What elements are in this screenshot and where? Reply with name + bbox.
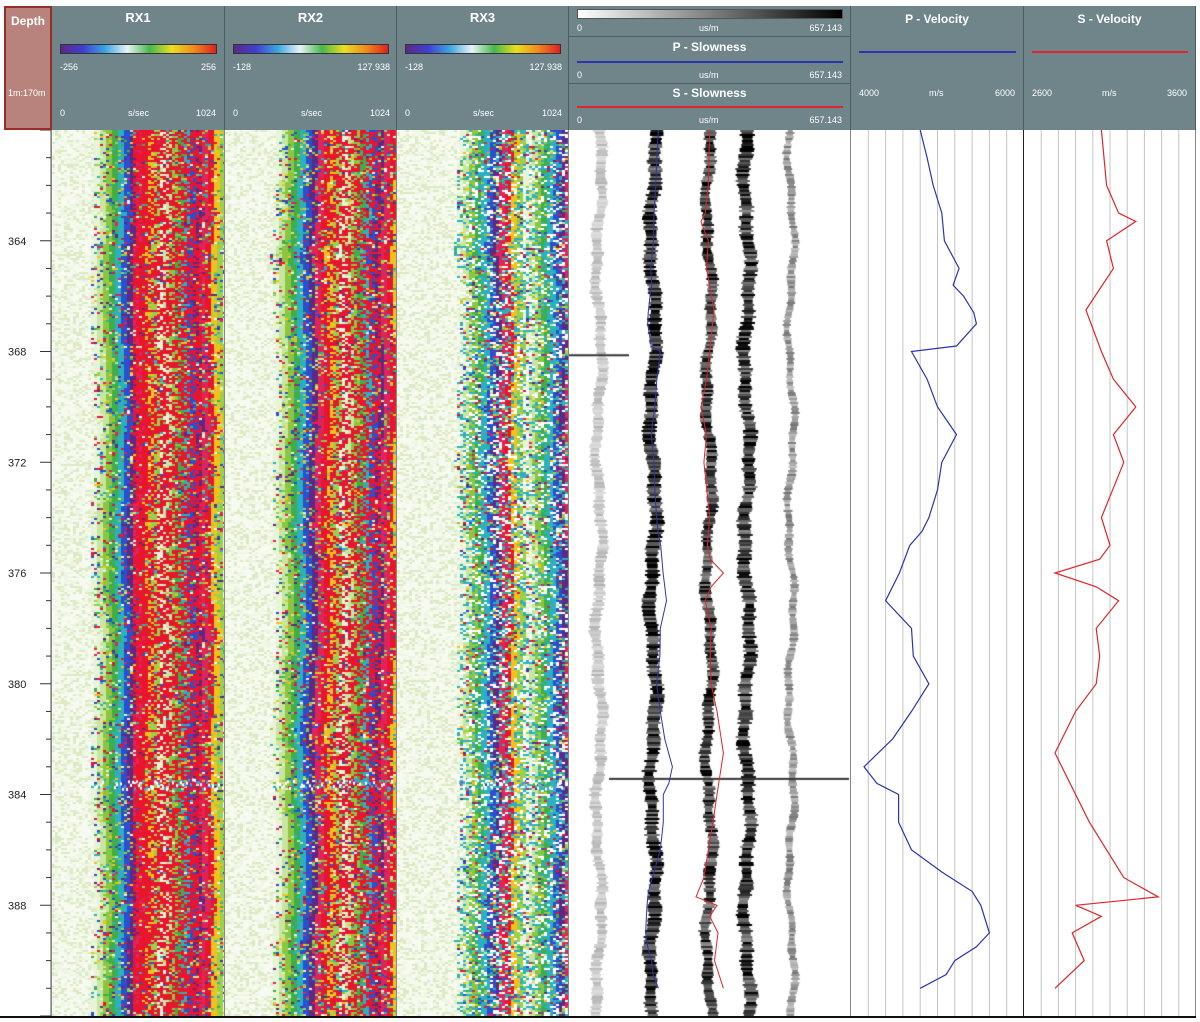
s-slowness-max: 657.143: [809, 115, 842, 125]
slowness-curves: [645, 130, 725, 989]
depth-tick-label: 388: [8, 900, 26, 912]
s-velocity-panel[interactable]: [1024, 130, 1196, 1016]
rx3-waveform-image: [397, 130, 568, 1016]
slowness-image-min: 0: [577, 23, 583, 33]
rx1-track-header[interactable]: RX1 -256 256 0 s/sec 1024: [52, 6, 225, 130]
depth-tick-label: 364: [8, 236, 26, 248]
rx2-time-min: 0: [233, 108, 239, 118]
p-velocity-panel[interactable]: [851, 130, 1024, 1016]
rx3-track-title: RX3: [469, 10, 496, 25]
slowness-panel[interactable]: [569, 130, 851, 1016]
rx1-amp-min: -256: [60, 62, 79, 72]
slowness-image-max: 657.143: [809, 23, 842, 33]
rx1-time-unit: s/sec: [128, 108, 150, 118]
s-velocity-min: 2600: [1032, 88, 1053, 98]
rx3-amp-min: -128: [405, 62, 424, 72]
rx3-track-header[interactable]: RX3 -128 127.938 0 s/sec 1024: [397, 6, 569, 130]
s-slowness-legend-line: [577, 106, 843, 108]
rx1-amp-max: 256: [200, 62, 216, 72]
s-slowness-unit: us/m: [699, 115, 719, 125]
rx3-amp-max: 127.938: [529, 62, 562, 72]
p-slowness-title: P - Slowness: [672, 40, 747, 54]
p-velocity-plot: [863, 130, 1008, 1016]
depth-tick-label: 372: [8, 457, 26, 469]
rx2-colorbar: [233, 44, 389, 54]
p-slowness-max: 657.143: [809, 70, 842, 80]
depth-axis: 364 368 372 376 380 384 388: [8, 130, 51, 1016]
rx1-waveform-panel[interactable]: [52, 130, 225, 1016]
depth-tick-label: 380: [8, 679, 26, 691]
well-log-viewer: Depth 1m:170m RX1 -256 256 0 s/sec 1024 …: [0, 0, 1200, 1022]
p-velocity-unit: m/s: [929, 88, 944, 98]
depth-track-header[interactable]: Depth 1m:170m: [4, 6, 52, 130]
rx3-time-max: 1024: [541, 108, 562, 118]
s-velocity-track-header[interactable]: S - Velocity 2600 m/s 3600: [1024, 6, 1196, 130]
rx1-track-title: RX1: [125, 10, 151, 25]
p-velocity-legend-line: [859, 51, 1016, 53]
rx2-waveform-panel[interactable]: [225, 130, 397, 1016]
depth-track[interactable]: 364 368 372 376 380 384 388: [0, 130, 52, 1016]
s-velocity-curve: [1053, 130, 1161, 989]
rx2-track-title: RX2: [297, 10, 324, 25]
depth-tick-label: 368: [8, 347, 26, 359]
rx1-time-max: 1024: [195, 108, 216, 118]
slowness-image-unit: us/m: [699, 23, 719, 33]
rx1-colorbar: [60, 44, 217, 54]
p-slowness-curve: [645, 130, 673, 989]
depth-tick-label: 376: [8, 568, 26, 580]
rx3-time-unit: s/sec: [473, 108, 495, 118]
p-velocity-min: 4000: [859, 88, 880, 98]
rx3-time-min: 0: [405, 108, 411, 118]
rx2-time-max: 1024: [369, 108, 390, 118]
rx1-waveform-image: [52, 130, 224, 1016]
rx2-amp-max: 127.938: [357, 62, 390, 72]
slowness-header-divider-2: [569, 83, 850, 84]
p-velocity-max: 6000: [994, 88, 1015, 98]
rx3-colorbar: [405, 44, 561, 54]
rx2-waveform-image: [225, 130, 396, 1016]
p-velocity-curve: [863, 130, 991, 989]
depth-track-title: Depth: [11, 14, 45, 28]
s-velocity-title: S - Velocity: [1077, 12, 1142, 26]
s-slowness-curve: [695, 130, 725, 989]
slowness-track-header[interactable]: 0 us/m 657.143 P - Slowness 0 us/m 657.1…: [569, 6, 851, 130]
s-slowness-title: S - Slowness: [672, 86, 747, 100]
p-slowness-min: 0: [577, 70, 583, 80]
bottom-border: [0, 1016, 1196, 1018]
rx1-time-min: 0: [60, 108, 66, 118]
s-velocity-plot: [1040, 130, 1180, 1016]
depth-tick-label: 384: [8, 790, 26, 802]
s-velocity-unit: m/s: [1102, 88, 1117, 98]
rx2-time-unit: s/sec: [301, 108, 323, 118]
depth-scale-label: 1m:170m: [8, 88, 46, 98]
s-velocity-max: 3600: [1166, 88, 1187, 98]
p-slowness-legend-line: [577, 61, 843, 63]
p-slowness-unit: us/m: [699, 70, 719, 80]
s-velocity-legend-line: [1032, 51, 1188, 53]
rx2-amp-min: -128: [233, 62, 252, 72]
s-slowness-min: 0: [577, 115, 583, 125]
slowness-header-divider: [569, 36, 850, 37]
rx3-waveform-panel[interactable]: [397, 130, 569, 1016]
p-velocity-track-header[interactable]: P - Velocity 4000 m/s 6000: [851, 6, 1024, 130]
rx2-track-header[interactable]: RX2 -128 127.938 0 s/sec 1024: [225, 6, 397, 130]
p-velocity-title: P - Velocity: [905, 12, 969, 26]
slowness-grayscale-bar: [577, 9, 843, 19]
